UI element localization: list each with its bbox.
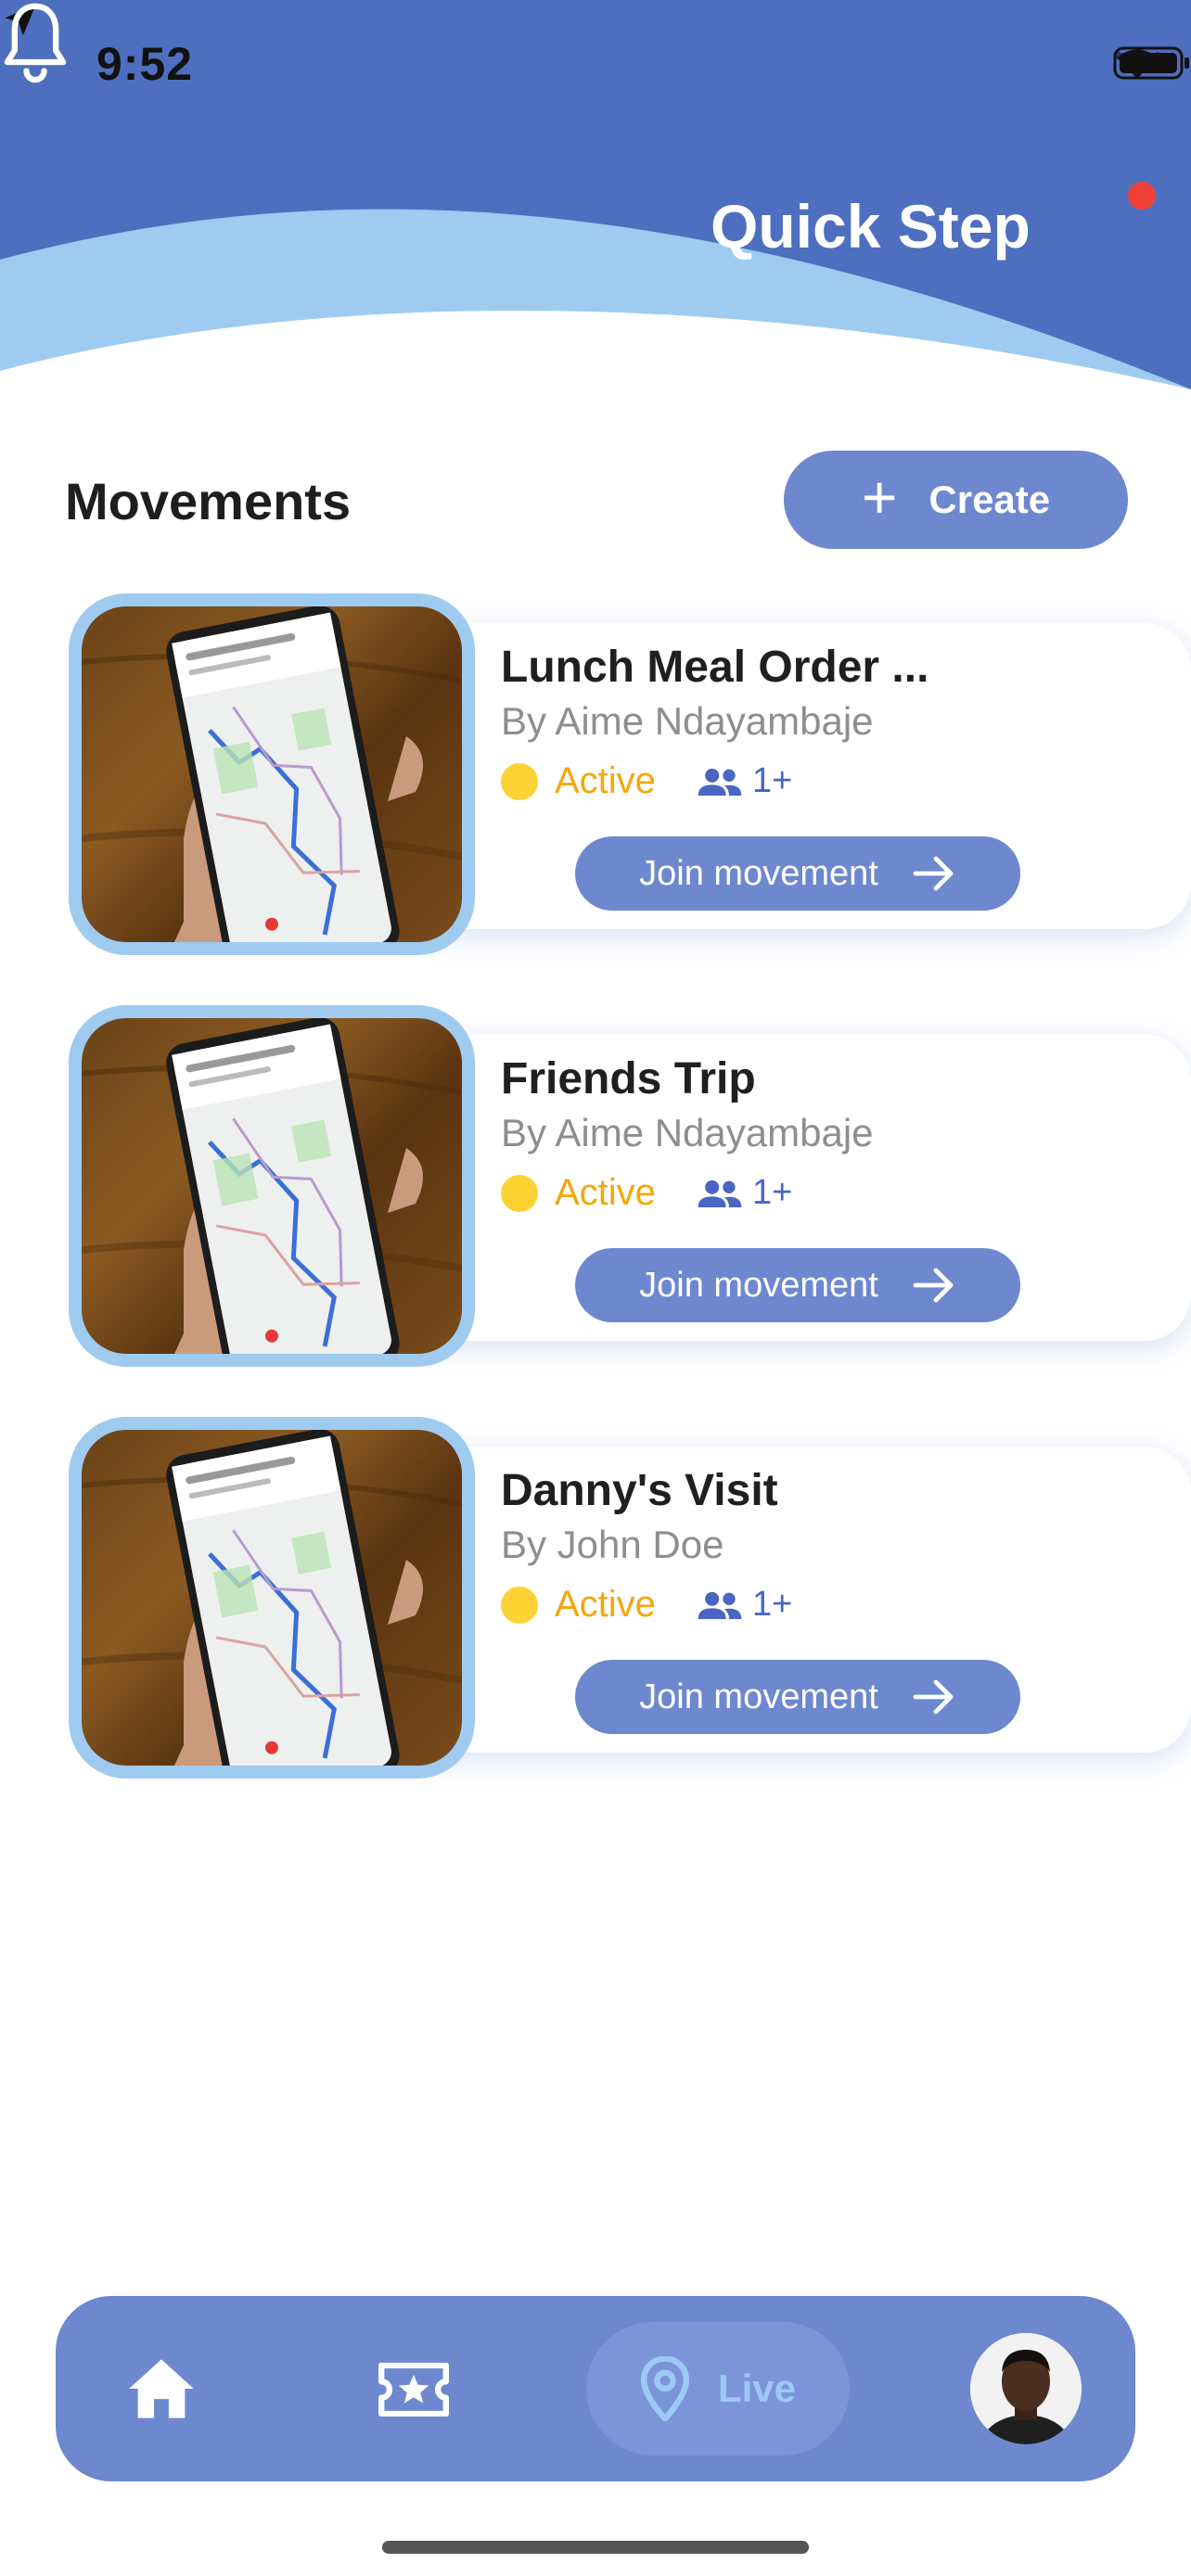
people-icon xyxy=(698,768,742,796)
status-text: Active xyxy=(555,760,656,801)
arrow-right-icon xyxy=(913,856,954,891)
join-movement-button[interactable]: Join movement xyxy=(575,1248,1020,1322)
participant-count: 1+ xyxy=(751,761,793,800)
bell-icon[interactable] xyxy=(0,0,70,89)
movement-card[interactable]: Friends Trip By Aime Ndayambaje Active 1… xyxy=(69,1005,1191,1367)
bottom-nav: Live xyxy=(56,2296,1135,2481)
status-text: Active xyxy=(555,1584,656,1625)
movement-status-row: Active 1+ xyxy=(501,1172,792,1214)
join-movement-button[interactable]: Join movement xyxy=(575,836,1020,911)
section-title: Movements xyxy=(65,472,352,530)
people-icon xyxy=(698,1180,742,1207)
join-movement-button[interactable]: Join movement xyxy=(575,1660,1020,1734)
notification-badge xyxy=(1128,182,1156,210)
movement-author: By Aime Ndayambaje xyxy=(501,699,874,743)
movement-card[interactable]: Lunch Meal Order ... By Aime Ndayambaje … xyxy=(69,593,1191,955)
create-label: Create xyxy=(928,478,1051,521)
participant-count: 1+ xyxy=(751,1585,793,1624)
join-label: Join movement xyxy=(639,1677,878,1716)
arrow-right-icon xyxy=(913,1268,954,1303)
ticket-star-icon[interactable] xyxy=(378,2363,449,2417)
people-icon xyxy=(698,1591,742,1619)
home-icon[interactable] xyxy=(126,2355,197,2422)
movement-title: Friends Trip xyxy=(501,1054,756,1103)
movement-status-row: Active 1+ xyxy=(501,1584,792,1626)
nav-live-tab[interactable]: Live xyxy=(586,2322,850,2455)
movement-status-row: Active 1+ xyxy=(501,760,792,802)
participant-count: 1+ xyxy=(751,1173,793,1212)
movement-thumbnail xyxy=(69,1417,475,1779)
movement-title: Lunch Meal Order ... xyxy=(501,643,929,692)
movement-title: Danny's Visit xyxy=(501,1466,778,1515)
header: 9:52 Quick Step xyxy=(0,0,1191,389)
home-indicator xyxy=(382,2541,809,2554)
status-dot xyxy=(501,1174,538,1212)
nav-live-label: Live xyxy=(717,2366,797,2410)
app-title: Quick Step xyxy=(711,192,1031,261)
join-label: Join movement xyxy=(639,1265,878,1305)
location-pin-icon xyxy=(640,2356,690,2421)
plus-icon: + xyxy=(861,463,898,531)
map-phone-photo xyxy=(82,606,462,942)
status-dot xyxy=(501,762,538,800)
join-label: Join movement xyxy=(639,853,878,893)
status-time: 9:52 xyxy=(96,38,194,90)
status-dot xyxy=(501,1586,538,1624)
map-phone-photo xyxy=(82,1430,462,1766)
movement-author: By Aime Ndayambaje xyxy=(501,1111,874,1154)
status-text: Active xyxy=(555,1172,656,1213)
movement-card[interactable]: Danny's Visit By John Doe Active 1+ Join… xyxy=(69,1417,1191,1779)
movement-thumbnail xyxy=(69,1005,475,1367)
movement-author: By John Doe xyxy=(501,1523,724,1566)
arrow-right-icon xyxy=(913,1679,954,1715)
profile-avatar[interactable] xyxy=(970,2333,1082,2444)
battery-icon xyxy=(1113,46,1189,80)
create-button[interactable]: + Create xyxy=(784,451,1128,549)
map-phone-photo xyxy=(82,1018,462,1354)
movement-thumbnail xyxy=(69,593,475,955)
